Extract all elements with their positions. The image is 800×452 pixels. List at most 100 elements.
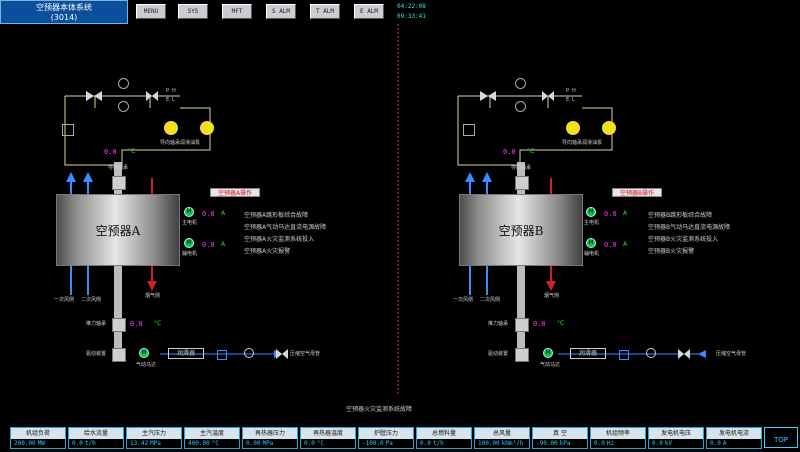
aux-motor-label-a: 辅电机 (182, 251, 198, 257)
status-label: 机组频率 (591, 428, 645, 439)
pump-letter-b-p: P (566, 88, 570, 94)
status-unit: kPa (559, 440, 571, 447)
status-unit: t/h (432, 440, 444, 447)
pump-letter-b-e: E (566, 97, 570, 103)
pump-letter-b-h: H (572, 88, 576, 94)
air-motor-icon-a[interactable]: M (139, 348, 149, 358)
main-motor-label-a: 主电机 (182, 220, 198, 226)
status-label: 总燃料量 (417, 428, 471, 439)
guide-temp-b: 0.0 (503, 148, 516, 156)
alarm-b-4: 空预器B火灾报警 (648, 248, 695, 255)
status-cell: 发电机电压 0.0 kV (648, 427, 704, 449)
status-unit: MPa (262, 440, 274, 447)
drive-label-b: 驱动装置 (488, 351, 509, 357)
pump-letter-a-e: E (166, 97, 170, 103)
drive-unit-b (515, 348, 529, 362)
lubricator-b[interactable]: 润滑器 (570, 348, 606, 359)
lube-pump-icon-b-1[interactable] (566, 121, 580, 135)
cooler-icon-a (62, 124, 74, 136)
guide-bearing-a (112, 176, 126, 190)
lube-pump-icon-b-2[interactable] (602, 121, 616, 135)
status-value-row: 400.00 °C (185, 439, 239, 448)
air-preheater-a[interactable]: 空预器A (56, 194, 180, 266)
air-motor-label-a: 气动马达 (136, 362, 157, 368)
gauge-icon-b (646, 348, 656, 358)
aux-motor-unit-b: A (623, 241, 628, 248)
air-preheater-b[interactable]: 空预器B (459, 194, 583, 266)
lubricator-a[interactable]: 润滑器 (168, 348, 204, 359)
status-value-row: 0.0 kV (649, 439, 703, 448)
status-cell: 机组负荷 200.00 MW (10, 427, 66, 449)
lube-pump-icon-a-2[interactable] (200, 121, 214, 135)
main-motor-icon-b[interactable]: M (586, 207, 596, 217)
alarm-b-3: 空预器B火灾监测系统投入 (648, 236, 719, 243)
guide-temp-a: 0.0 (104, 148, 117, 156)
primary-air-label-a: 一次风侧 (54, 297, 75, 303)
support-bearing-a (112, 318, 126, 332)
status-cell: 总风量 100.00 kNm³/h (474, 427, 530, 449)
guide-bearing-b (515, 176, 529, 190)
secondary-air-label-a: 二次风侧 (81, 297, 102, 303)
main-motor-label-b: 主电机 (584, 220, 600, 226)
air-supply-label-b: 压缩空气母管 (716, 351, 747, 357)
alarm-b-2: 空预器B气动马达直流电源故障 (648, 224, 731, 231)
alarm-a-3: 空预器A火灾监测系统投入 (244, 236, 315, 243)
alarm-a-2: 空预器A气动马达直流电源故障 (244, 224, 327, 231)
support-bearing-b (515, 318, 529, 332)
status-unit: °C (211, 440, 219, 447)
drive-unit-a (112, 348, 126, 362)
aux-motor-current-b: 0.0 (604, 241, 617, 249)
main-motor-current-a: 0.0 (202, 210, 215, 218)
lube-oil-loop-a (64, 95, 211, 166)
status-label: 总风量 (475, 428, 529, 439)
main-motor-unit-a: A (221, 210, 226, 217)
lube-pump-icon-a-1[interactable] (164, 121, 178, 135)
status-label: 主汽压力 (127, 428, 181, 439)
status-label: 机组负荷 (11, 428, 65, 439)
aux-motor-icon-b[interactable]: M (586, 238, 596, 248)
main-motor-unit-b: A (623, 210, 628, 217)
pump-icon-b-1 (515, 78, 526, 89)
status-unit: MPa (150, 440, 161, 447)
gauge-icon-a (244, 348, 254, 358)
pump-icon-a-1 (118, 78, 129, 89)
status-label: 炉膛压力 (359, 428, 413, 439)
status-value: 0.0 (710, 440, 721, 447)
pump-icon-a-2 (118, 101, 129, 112)
status-unit: MW (37, 440, 45, 447)
status-cell: 发电机电流 0.0 A (706, 427, 762, 449)
status-label: 再热器压力 (243, 428, 297, 439)
status-unit: °C (316, 440, 325, 447)
main-motor-icon-a[interactable]: M (184, 207, 194, 217)
aux-motor-unit-a: A (221, 241, 226, 248)
status-label: 主汽温度 (185, 428, 239, 439)
top-button[interactable]: TOP (764, 427, 798, 448)
status-value: 100.00 (478, 440, 500, 447)
status-value: 0.0 (72, 440, 83, 447)
alarm-b-1: 空预器B跳形板综合故障 (648, 212, 713, 219)
status-cell: 总燃料量 0.0 t/h (416, 427, 472, 449)
operate-button-b[interactable]: 空预器B操作 (612, 188, 662, 197)
guide-bearing-label-a: 导向轴承 (108, 165, 129, 171)
status-value: 0.0 (652, 440, 663, 447)
support-bearing-label-a: 推力轴承 (86, 321, 107, 327)
status-value: 13.42 (130, 440, 149, 447)
air-motor-label-b: 气动马达 (540, 362, 561, 368)
status-value-row: 0.0 Hz (591, 439, 645, 448)
alarm-a-1: 空预器A跳形板综合故障 (244, 212, 309, 219)
air-motor-icon-b[interactable]: M (543, 348, 553, 358)
fire-monitor-fault: 空预器火灾监测系统故障 (346, 406, 413, 413)
status-cell: 真 空 -90.00 kPa (532, 427, 588, 449)
support-temp-a: 0.0 (130, 320, 143, 328)
status-label: 真 空 (533, 428, 587, 439)
drive-label-a: 驱动装置 (86, 351, 107, 357)
flue-gas-label-b: 烟气侧 (544, 293, 560, 299)
status-value: 400.00 (188, 440, 210, 447)
status-label: 再热器温度 (301, 428, 355, 439)
operate-button-a[interactable]: 空预器A操作 (210, 188, 260, 197)
primary-air-label-b: 一次风侧 (453, 297, 474, 303)
guide-temp-unit-a: °C (128, 148, 136, 155)
status-value-row: 100.00 kNm³/h (475, 439, 529, 448)
status-unit: A (722, 440, 727, 447)
aux-motor-icon-a[interactable]: M (184, 238, 194, 248)
